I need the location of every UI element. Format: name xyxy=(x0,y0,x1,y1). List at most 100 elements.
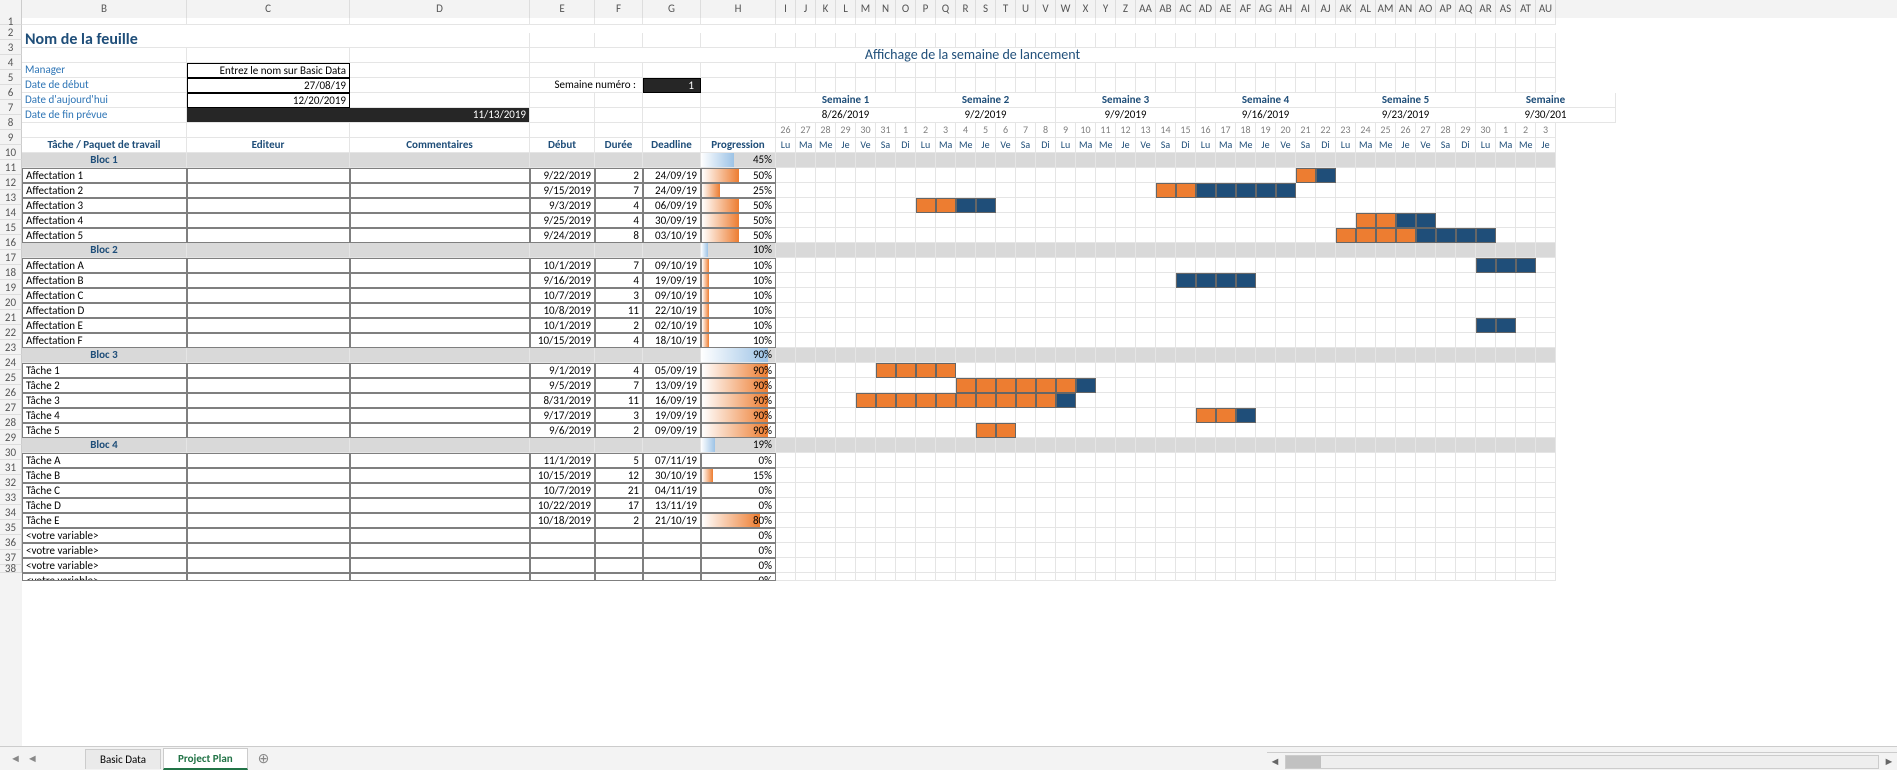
task-duration[interactable]: 8 xyxy=(595,228,643,243)
day-number[interactable]: 10 xyxy=(1076,123,1096,138)
cell[interactable] xyxy=(1476,363,1496,378)
cell[interactable] xyxy=(1536,378,1556,393)
cell[interactable] xyxy=(976,33,996,48)
cell[interactable] xyxy=(1136,453,1156,468)
cell[interactable] xyxy=(1436,528,1456,543)
cell[interactable] xyxy=(1176,18,1196,25)
cell[interactable] xyxy=(1416,78,1436,93)
cell[interactable] xyxy=(1496,303,1516,318)
column-header-AD[interactable]: AD xyxy=(1196,0,1216,18)
task-comments[interactable] xyxy=(350,558,530,573)
cell[interactable] xyxy=(1236,513,1256,528)
cell[interactable] xyxy=(1276,258,1296,273)
cell[interactable] xyxy=(1496,453,1516,468)
cell[interactable] xyxy=(1096,228,1116,243)
cell[interactable] xyxy=(896,258,916,273)
cell[interactable] xyxy=(796,18,816,25)
cell[interactable] xyxy=(1296,63,1316,78)
cell[interactable] xyxy=(1236,438,1256,453)
day-number[interactable]: 15 xyxy=(1176,123,1196,138)
cell[interactable] xyxy=(896,198,916,213)
cell[interactable] xyxy=(1416,333,1436,348)
cell[interactable] xyxy=(1476,513,1496,528)
cell[interactable] xyxy=(796,498,816,513)
cell[interactable] xyxy=(1176,33,1196,48)
gantt-bar-segment[interactable] xyxy=(1196,408,1216,423)
gantt-bar-segment[interactable] xyxy=(1376,228,1396,243)
column-header-R[interactable]: R xyxy=(956,0,976,18)
cell[interactable] xyxy=(1156,33,1176,48)
cell[interactable] xyxy=(1116,543,1136,558)
cell[interactable] xyxy=(1096,18,1116,25)
cell[interactable] xyxy=(1016,183,1036,198)
cell[interactable] xyxy=(1376,303,1396,318)
row-header-36[interactable]: 36 xyxy=(0,535,22,550)
cell[interactable] xyxy=(836,498,856,513)
cell[interactable] xyxy=(836,258,856,273)
cell[interactable] xyxy=(1316,468,1336,483)
cell[interactable] xyxy=(1296,573,1316,581)
cell[interactable] xyxy=(856,243,876,258)
task-progress[interactable]: 10% xyxy=(701,303,776,318)
row-header-38[interactable]: 38 xyxy=(0,565,22,573)
cell[interactable] xyxy=(1216,573,1236,581)
cell[interactable] xyxy=(1496,408,1516,423)
row-header-5[interactable]: 5 xyxy=(0,70,22,85)
task-name[interactable]: Tâche E xyxy=(22,513,187,528)
cell[interactable] xyxy=(816,498,836,513)
cell[interactable] xyxy=(1236,543,1256,558)
cell[interactable] xyxy=(896,273,916,288)
cell[interactable] xyxy=(956,483,976,498)
cell[interactable] xyxy=(1156,153,1176,168)
cell[interactable] xyxy=(1456,573,1476,581)
row-header-2[interactable]: 2 xyxy=(0,25,22,40)
cell[interactable] xyxy=(896,483,916,498)
cell[interactable] xyxy=(916,483,936,498)
cell[interactable] xyxy=(1376,318,1396,333)
cell[interactable] xyxy=(1076,198,1096,213)
row-header-26[interactable]: 26 xyxy=(0,385,22,400)
cell[interactable] xyxy=(1036,558,1056,573)
cell[interactable] xyxy=(1016,438,1036,453)
gantt-bar-segment[interactable] xyxy=(1036,393,1056,408)
cell[interactable] xyxy=(996,558,1016,573)
cell[interactable] xyxy=(1396,288,1416,303)
cell[interactable] xyxy=(856,573,876,581)
day-abbr[interactable]: Ma xyxy=(936,138,956,153)
task-start[interactable] xyxy=(530,543,595,558)
cell[interactable] xyxy=(1436,543,1456,558)
cell[interactable] xyxy=(1496,498,1516,513)
cell[interactable] xyxy=(776,183,796,198)
cell[interactable] xyxy=(1476,468,1496,483)
day-abbr[interactable]: Lu xyxy=(1336,138,1356,153)
cell[interactable] xyxy=(796,78,816,93)
column-header-AQ[interactable]: AQ xyxy=(1456,0,1476,18)
row-header-11[interactable]: 11 xyxy=(0,160,22,175)
task-editor[interactable] xyxy=(187,498,350,513)
cell[interactable] xyxy=(1436,183,1456,198)
row-header-32[interactable]: 32 xyxy=(0,475,22,490)
display-title[interactable]: Affichage de la semaine de lancement xyxy=(530,48,1416,63)
cell[interactable] xyxy=(1496,288,1516,303)
row-header-1[interactable]: 1 xyxy=(0,18,22,25)
cell[interactable] xyxy=(916,453,936,468)
cell[interactable] xyxy=(1016,303,1036,318)
cell[interactable] xyxy=(916,228,936,243)
cell[interactable] xyxy=(1276,288,1296,303)
cell[interactable] xyxy=(876,573,896,581)
cell[interactable] xyxy=(1296,183,1316,198)
cell[interactable] xyxy=(1076,453,1096,468)
gantt-bar-segment[interactable] xyxy=(1076,378,1096,393)
cell[interactable] xyxy=(916,498,936,513)
day-number[interactable]: 2 xyxy=(1516,123,1536,138)
row-header-34[interactable]: 34 xyxy=(0,505,22,520)
cell[interactable] xyxy=(1496,168,1516,183)
cell[interactable] xyxy=(1136,513,1156,528)
cell[interactable] xyxy=(1516,213,1536,228)
cell[interactable] xyxy=(1316,393,1336,408)
column-header-AB[interactable]: AB xyxy=(1156,0,1176,18)
cell[interactable] xyxy=(856,363,876,378)
task-duration[interactable]: 7 xyxy=(595,258,643,273)
cell[interactable] xyxy=(1016,468,1036,483)
cell[interactable] xyxy=(796,333,816,348)
